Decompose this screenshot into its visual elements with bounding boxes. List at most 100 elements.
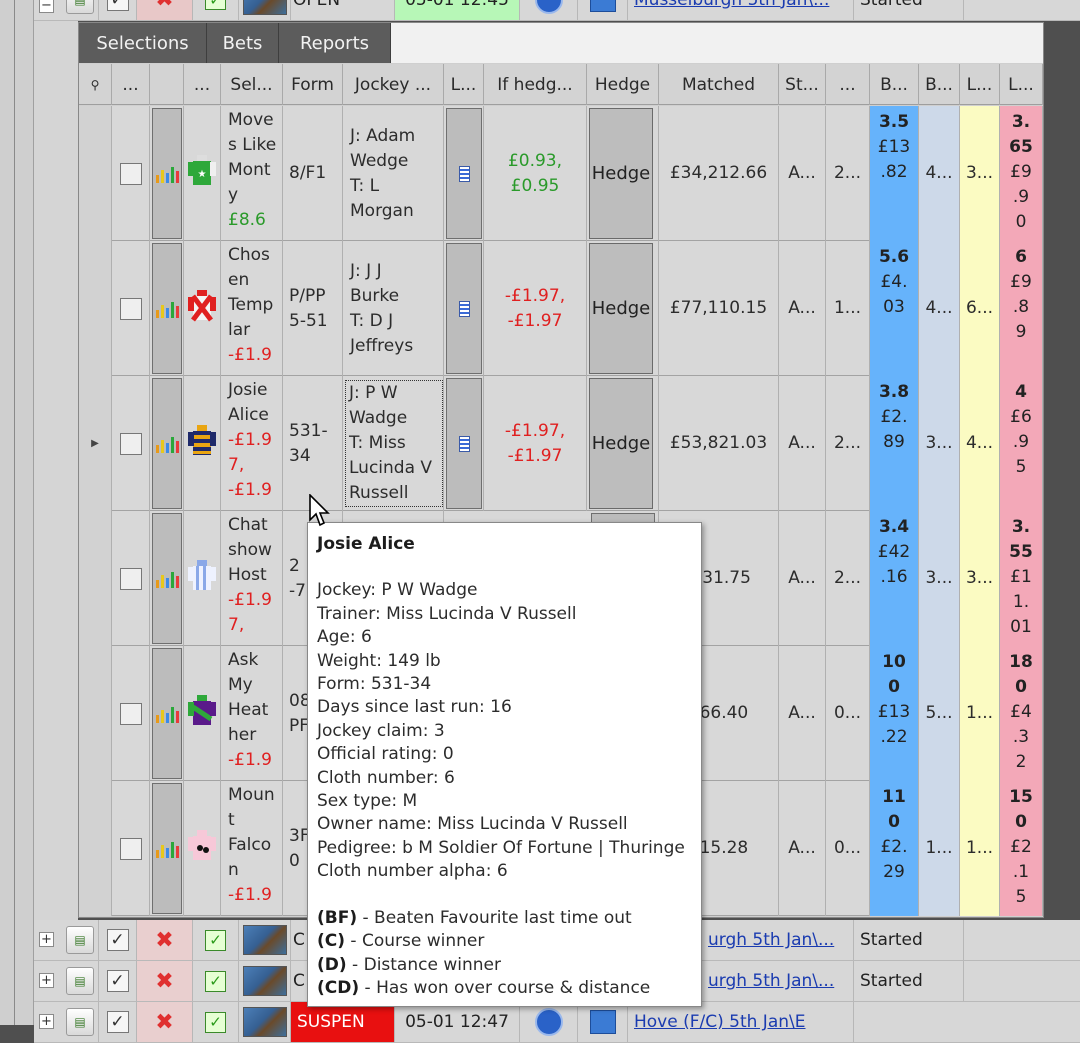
row-indicator[interactable] bbox=[79, 106, 112, 241]
lay-price-2[interactable]: 18 0 £4 .3 2 bbox=[1000, 646, 1043, 781]
row-indicator[interactable] bbox=[79, 241, 112, 376]
collapse-toggle[interactable]: − bbox=[39, 0, 54, 13]
lay-price-1[interactable]: 4... bbox=[960, 376, 1000, 511]
market-icon[interactable]: ▤ bbox=[66, 1008, 94, 1036]
market-link[interactable]: urgh 5th Jan\... bbox=[708, 971, 834, 991]
header-selection[interactable]: Sel... bbox=[221, 64, 283, 105]
info-icon[interactable] bbox=[534, 1008, 563, 1036]
row-indicator[interactable] bbox=[79, 511, 112, 646]
header-back1[interactable]: B... bbox=[870, 64, 919, 105]
back-price-2[interactable]: 5... bbox=[919, 646, 960, 781]
back-price-2[interactable]: 4... bbox=[919, 106, 960, 241]
market-select-checkbox[interactable]: ✓ bbox=[106, 0, 129, 11]
ladder-button[interactable] bbox=[446, 108, 482, 239]
cancel-icon[interactable]: ✖ bbox=[155, 0, 173, 12]
active-check-icon[interactable]: ✓ bbox=[205, 0, 226, 10]
back-price-2[interactable]: 4... bbox=[919, 241, 960, 376]
table-row[interactable]: ▶ Josie Alice -£1.9 7, -£1.9 531- 34 J: P W Wadge… bbox=[79, 376, 1043, 511]
market-icon[interactable]: ▤ bbox=[66, 0, 94, 14]
market-select-checkbox[interactable]: ✓ bbox=[106, 970, 129, 992]
market-select-checkbox[interactable]: ✓ bbox=[106, 1011, 129, 1033]
tab-selections[interactable]: Selections bbox=[79, 23, 207, 63]
market-row[interactable]: + ▤ ✓ ✖ ✓ SUSPEN 05-01 12:47 Hove (F/C) 5th Jan… bbox=[34, 1002, 1080, 1043]
header-jockey[interactable]: Jockey ... bbox=[343, 64, 444, 105]
lay-price-1[interactable]: 3... bbox=[960, 511, 1000, 646]
row-checkbox[interactable] bbox=[119, 432, 142, 455]
market-link[interactable]: Musselburgh 5th Jan\... bbox=[634, 0, 829, 10]
expand-toggle[interactable]: + bbox=[39, 973, 54, 988]
header-st[interactable]: St... bbox=[779, 64, 826, 105]
table-row[interactable]: ★ Move s Like Mont y £8.6 8/F1 J: Adam Wedge T: L… bbox=[79, 106, 1043, 241]
video-icon[interactable] bbox=[589, 1010, 616, 1034]
lay-price-1[interactable]: 1... bbox=[960, 781, 1000, 916]
header-if-hedged[interactable]: If hedg... bbox=[484, 64, 587, 105]
header-col-2[interactable] bbox=[150, 64, 184, 105]
chart-button[interactable] bbox=[152, 783, 182, 914]
header-back2[interactable]: B... bbox=[919, 64, 960, 105]
row-indicator[interactable]: ▶ bbox=[79, 376, 112, 511]
chart-button[interactable] bbox=[152, 513, 182, 644]
market-icon[interactable]: ▤ bbox=[66, 926, 94, 954]
active-check-icon[interactable]: ✓ bbox=[205, 970, 226, 992]
header-lay2[interactable]: L... bbox=[1000, 64, 1043, 105]
expand-toggle[interactable]: + bbox=[39, 932, 54, 947]
lay-price-1[interactable]: 1... bbox=[960, 646, 1000, 781]
hedge-button[interactable]: Hedge bbox=[589, 108, 653, 239]
lay-price-1[interactable]: 6... bbox=[960, 241, 1000, 376]
back-price-1[interactable]: 3.5 £13 .82 bbox=[870, 106, 919, 241]
active-check-icon[interactable]: ✓ bbox=[205, 929, 226, 951]
row-checkbox[interactable] bbox=[119, 837, 142, 860]
back-price-2[interactable]: 1... bbox=[919, 781, 960, 916]
back-price-1[interactable]: 5.6 £4. 03 bbox=[870, 241, 919, 376]
back-price-1[interactable]: 11 0 £2. 29 bbox=[870, 781, 919, 916]
cancel-icon[interactable]: ✖ bbox=[155, 1010, 173, 1035]
ladder-button[interactable] bbox=[446, 378, 482, 509]
row-checkbox[interactable] bbox=[119, 702, 142, 725]
back-price-2[interactable]: 3... bbox=[919, 511, 960, 646]
chart-button[interactable] bbox=[152, 243, 182, 374]
chart-button[interactable] bbox=[152, 378, 182, 509]
row-checkbox[interactable] bbox=[119, 567, 142, 590]
lay-price-2[interactable]: 3. 55 £1 1. 01 bbox=[1000, 511, 1043, 646]
lay-price-2[interactable]: 3. 65 £9 .9 0 bbox=[1000, 106, 1043, 241]
market-select-checkbox[interactable]: ✓ bbox=[106, 929, 129, 951]
market-link[interactable]: urgh 5th Jan\... bbox=[708, 930, 834, 950]
hedge-button[interactable]: Hedge bbox=[589, 378, 653, 509]
back-price-1[interactable]: 3.8 £2. 89 bbox=[870, 376, 919, 511]
row-checkbox[interactable] bbox=[119, 297, 142, 320]
header-search[interactable]: ⚲ bbox=[79, 64, 112, 105]
header-form[interactable]: Form bbox=[283, 64, 343, 105]
market-link[interactable]: Hove (F/C) 5th Jan\E bbox=[634, 1012, 806, 1032]
ladder-button[interactable] bbox=[446, 243, 482, 374]
cancel-icon[interactable]: ✖ bbox=[155, 969, 173, 994]
lay-price-2[interactable]: 4 £6 .9 5 bbox=[1000, 376, 1043, 511]
chart-button[interactable] bbox=[152, 108, 182, 239]
header-col-12[interactable]: ... bbox=[826, 64, 870, 105]
tab-reports[interactable]: Reports bbox=[279, 23, 391, 63]
cancel-icon[interactable]: ✖ bbox=[155, 928, 173, 953]
market-row-top[interactable]: − ▤ ✓ ✖ ✓ OPEN 05-01 12:45 Musselburgh 5… bbox=[34, 0, 1080, 21]
row-checkbox[interactable] bbox=[119, 162, 142, 185]
row-indicator[interactable] bbox=[79, 781, 112, 916]
lay-price-2[interactable]: 15 0 £2 .1 5 bbox=[1000, 781, 1043, 916]
header-hedge[interactable]: Hedge bbox=[587, 64, 659, 105]
market-icon[interactable]: ▤ bbox=[66, 967, 94, 995]
active-check-icon[interactable]: ✓ bbox=[205, 1011, 226, 1033]
lay-price-2[interactable]: 6 £9 .8 9 bbox=[1000, 241, 1043, 376]
header-col-1[interactable]: ... bbox=[112, 64, 150, 105]
lay-price-1[interactable]: 3... bbox=[960, 106, 1000, 241]
back-price-1[interactable]: 10 0 £13 .22 bbox=[870, 646, 919, 781]
tab-bets[interactable]: Bets bbox=[207, 23, 279, 63]
header-matched[interactable]: Matched bbox=[659, 64, 779, 105]
chart-button[interactable] bbox=[152, 648, 182, 779]
hedge-button[interactable]: Hedge bbox=[589, 243, 653, 374]
header-col-3[interactable]: ... bbox=[184, 64, 221, 105]
back-price-2[interactable]: 3... bbox=[919, 376, 960, 511]
expand-toggle[interactable]: + bbox=[39, 1014, 54, 1029]
header-lay1[interactable]: L... bbox=[960, 64, 1000, 105]
video-icon[interactable] bbox=[589, 0, 616, 12]
info-icon[interactable] bbox=[534, 0, 563, 14]
table-row[interactable]: Chos en Temp lar -£1.9 P/PP 5-51 J: J J Burke T: … bbox=[79, 241, 1043, 376]
header-l[interactable]: L... bbox=[444, 64, 484, 105]
row-indicator[interactable] bbox=[79, 646, 112, 781]
